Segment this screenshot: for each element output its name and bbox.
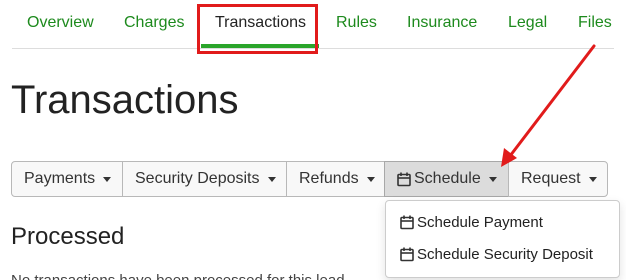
tab-legal[interactable]: Legal — [508, 14, 547, 32]
schedule-dropdown-menu: Schedule Payment Schedule Security Depos… — [385, 200, 620, 278]
request-button-label: Request — [521, 170, 581, 187]
tab-bar: Overview Charges Transactions Rules Insu… — [12, 0, 614, 49]
caret-down-icon — [103, 176, 112, 182]
schedule-button-label: Schedule — [414, 170, 481, 187]
security-deposits-button-label: Security Deposits — [135, 170, 260, 187]
schedule-payment-label: Schedule Payment — [417, 214, 543, 231]
caret-down-icon — [267, 176, 276, 182]
caret-down-icon — [488, 176, 497, 182]
payments-button[interactable]: Payments — [11, 161, 123, 197]
schedule-security-deposit-label: Schedule Security Deposit — [417, 246, 593, 263]
calendar-icon — [400, 247, 414, 262]
caret-down-icon — [366, 176, 375, 182]
processed-empty-text: No transactions have been processed for … — [11, 272, 345, 280]
transactions-page: Overview Charges Transactions Rules Insu… — [0, 0, 626, 280]
tab-files[interactable]: Files — [578, 14, 612, 32]
refunds-button[interactable]: Refunds — [286, 161, 385, 197]
payments-button-label: Payments — [24, 170, 96, 187]
refunds-button-label: Refunds — [299, 170, 359, 187]
schedule-security-deposit-item[interactable]: Schedule Security Deposit — [400, 246, 593, 263]
tab-rules[interactable]: Rules — [336, 14, 377, 32]
tab-insurance[interactable]: Insurance — [407, 14, 477, 32]
security-deposits-button[interactable]: Security Deposits — [122, 161, 287, 197]
caret-down-icon — [588, 176, 597, 182]
active-tab-indicator — [201, 44, 319, 48]
transaction-actions-group: Payments Security Deposits Refunds Sched… — [11, 161, 608, 197]
page-title: Transactions — [11, 78, 239, 122]
calendar-icon — [397, 172, 411, 187]
request-button[interactable]: Request — [508, 161, 608, 197]
tab-transactions[interactable]: Transactions — [215, 14, 306, 32]
calendar-icon — [400, 215, 414, 230]
processed-heading: Processed — [11, 223, 125, 250]
tab-charges[interactable]: Charges — [124, 14, 184, 32]
schedule-payment-item[interactable]: Schedule Payment — [400, 214, 543, 231]
schedule-button[interactable]: Schedule — [384, 161, 509, 197]
tab-overview[interactable]: Overview — [27, 14, 94, 32]
